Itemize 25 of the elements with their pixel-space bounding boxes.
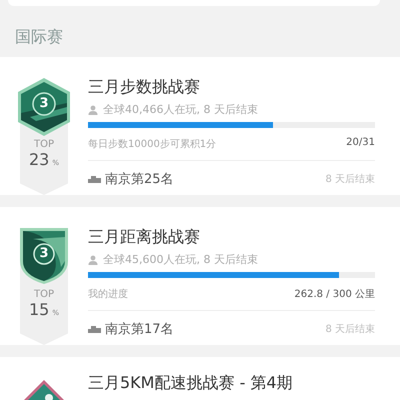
top-label: TOP xyxy=(34,139,54,150)
challenge-title[interactable]: 三月步数挑战赛 xyxy=(88,77,375,98)
top-label: TOP xyxy=(34,289,54,300)
city-skyline-icon xyxy=(88,325,101,333)
challenge-title[interactable]: 三月距离挑战赛 xyxy=(88,227,375,248)
rank-number: 3 xyxy=(38,245,50,263)
percent-value: 15 xyxy=(28,300,50,319)
end-time: 8 天后结束 xyxy=(325,322,375,336)
progress-label: 我的进度 xyxy=(88,288,128,301)
hexagon-badge-icon xyxy=(16,77,72,137)
players-text: 全球40,466人在玩, 8 天后结束 xyxy=(103,102,258,117)
city-skyline-icon xyxy=(88,175,101,183)
rank-number: 3 xyxy=(38,95,50,113)
progress-value: 262.8 / 300 公里 xyxy=(294,288,375,301)
city-rank: 南京第17名 xyxy=(105,321,174,338)
shield-badge-icon xyxy=(19,227,69,285)
city-rank: 南京第25名 xyxy=(105,171,174,188)
progress-label: 每日步数10000步可累积1分 xyxy=(88,138,216,151)
person-icon xyxy=(88,254,98,264)
percent-value: 23 xyxy=(28,150,50,169)
players-text: 全球45,600人在玩, 8 天后结束 xyxy=(103,252,258,267)
section-title: 国际赛 xyxy=(15,27,63,46)
progress-value: 20/31 xyxy=(346,137,375,150)
end-time: 8 天后结束 xyxy=(325,172,375,186)
person-icon xyxy=(88,104,98,114)
